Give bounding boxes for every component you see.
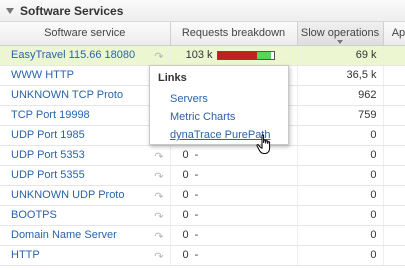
requests-dash: - <box>194 169 199 181</box>
app-cell <box>383 45 405 66</box>
link-servers[interactable]: Servers <box>170 93 208 105</box>
requests-breakdown-bar <box>216 50 275 60</box>
panel-header[interactable]: Software Services <box>0 0 405 22</box>
requests-value: 0 <box>182 169 189 181</box>
column-header-slow-operations[interactable]: Slow operations <box>297 22 384 46</box>
drilldown-arrow-icon[interactable]: ↷ <box>154 230 163 243</box>
service-link[interactable]: UDP Port 5353 <box>11 149 85 161</box>
service-link[interactable]: EasyTravel 115.66 18080 <box>11 49 135 61</box>
popup-title: Links <box>158 72 187 84</box>
service-link[interactable]: UDP Port 1985 <box>11 129 85 141</box>
service-link[interactable]: BOOTPS <box>11 209 57 221</box>
slow-operations-value: 0 <box>297 145 384 166</box>
table-row[interactable]: HTTP ↷ 0- 0 <box>0 245 405 266</box>
slow-operations-value: 0 <box>297 185 384 206</box>
service-link[interactable]: HTTP <box>11 249 40 261</box>
drilldown-arrow-icon[interactable]: ↷ <box>154 250 163 263</box>
slow-operations-value: 759 <box>297 105 384 126</box>
requests-dash: - <box>194 209 199 221</box>
requests-value: 0 <box>182 229 189 241</box>
drilldown-arrow-icon[interactable]: ↷ <box>154 50 163 63</box>
app-cell <box>383 165 405 186</box>
drilldown-arrow-icon[interactable]: ↷ <box>154 210 163 223</box>
requests-value: 103 k <box>185 49 213 61</box>
requests-dash: - <box>194 189 199 201</box>
requests-dash: - <box>194 249 199 261</box>
slow-operations-value: 0 <box>297 125 384 146</box>
drilldown-arrow-icon[interactable]: ↷ <box>154 190 163 203</box>
app-cell <box>383 105 405 126</box>
service-link[interactable]: Domain Name Server <box>11 229 117 241</box>
slow-operations-value: 0 <box>297 205 384 226</box>
sort-descending-icon <box>337 39 343 44</box>
slow-operations-value: 0 <box>297 225 384 246</box>
app-cell <box>383 245 405 266</box>
column-header-requests-breakdown[interactable]: Requests breakdown <box>170 22 298 46</box>
app-cell <box>383 225 405 246</box>
requests-dash: - <box>194 229 199 241</box>
bar-segment-green <box>256 51 271 59</box>
service-link[interactable]: UDP Port 5355 <box>11 169 85 181</box>
table-row[interactable]: UDP Port 5355 ↷ 0- 0 <box>0 165 405 186</box>
slow-operations-value: 36,5 k <box>297 65 384 86</box>
app-cell <box>383 85 405 106</box>
table-row[interactable]: Domain Name Server ↷ 0- 0 <box>0 225 405 246</box>
app-cell <box>383 205 405 226</box>
app-cell <box>383 125 405 146</box>
slow-operations-value: 0 <box>297 245 384 266</box>
panel-title: Software Services <box>20 3 124 18</box>
table-row[interactable]: EasyTravel 115.66 18080 ↷ 103 k 69 k <box>0 45 405 66</box>
service-link[interactable]: WWW HTTP <box>11 69 74 81</box>
app-cell <box>383 65 405 86</box>
column-header-app[interactable]: App <box>383 22 405 46</box>
column-header-software-service[interactable]: Software service <box>0 22 171 46</box>
column-header-label: Slow operations <box>300 27 380 40</box>
drilldown-arrow-icon[interactable]: ↷ <box>154 170 163 183</box>
drilldown-arrow-icon[interactable]: ↷ <box>154 150 163 163</box>
collapse-triangle-icon[interactable] <box>6 7 14 14</box>
requests-value: 0 <box>182 149 189 161</box>
app-cell <box>383 185 405 206</box>
requests-value: 0 <box>182 249 189 261</box>
table-row[interactable]: UDP Port 5353 ↷ 0- 0 <box>0 145 405 166</box>
requests-value: 0 <box>182 189 189 201</box>
slow-operations-value: 69 k <box>297 45 384 66</box>
service-link[interactable]: UNKNOWN UDP Proto <box>11 189 124 201</box>
app-cell <box>383 145 405 166</box>
service-link[interactable]: UNKNOWN TCP Proto <box>11 89 123 101</box>
links-popup-menu: Links Servers Metric Charts dynaTrace Pu… <box>149 65 289 145</box>
table-row[interactable]: UNKNOWN UDP Proto ↷ 0- 0 <box>0 185 405 206</box>
requests-dash: - <box>194 149 199 161</box>
hand-pointer-icon <box>256 134 271 154</box>
slow-operations-value: 962 <box>297 85 384 106</box>
link-metric-charts[interactable]: Metric Charts <box>170 111 235 123</box>
slow-operations-value: 0 <box>297 165 384 186</box>
requests-value: 0 <box>182 209 189 221</box>
service-link[interactable]: TCP Port 19998 <box>11 109 90 121</box>
bar-segment-red <box>217 51 257 59</box>
table-row[interactable]: BOOTPS ↷ 0- 0 <box>0 205 405 226</box>
